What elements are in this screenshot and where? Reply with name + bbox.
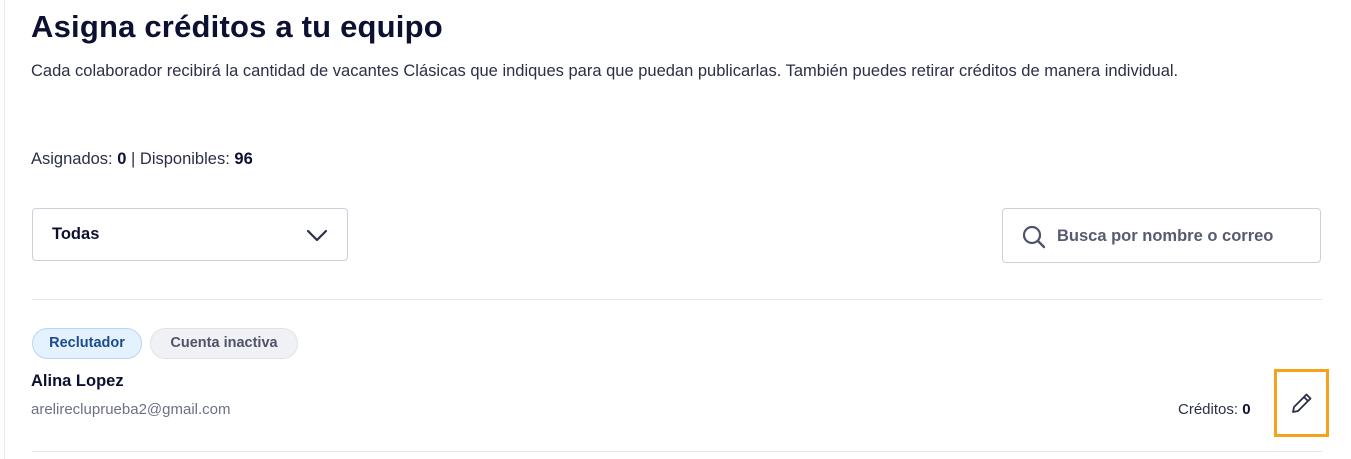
search-input[interactable] (1057, 219, 1312, 253)
role-badge: Reclutador (32, 328, 142, 359)
member-name: Alina Lopez (31, 372, 124, 390)
summary-separator: | (131, 150, 136, 168)
edit-credits-button[interactable] (1274, 369, 1329, 437)
credits-summary: Asignados: 0 | Disponibles: 96 (31, 148, 253, 170)
list-top-divider (32, 299, 1322, 300)
list-item-divider (32, 451, 1322, 452)
search-icon (1022, 225, 1046, 249)
search-box[interactable] (1002, 208, 1321, 263)
chevron-down-icon (306, 229, 328, 242)
left-divider (4, 0, 5, 459)
status-badge: Cuenta inactiva (150, 328, 298, 359)
page-title: Asigna créditos a tu equipo (31, 9, 443, 44)
role-filter-value: Todas (52, 225, 100, 243)
pencil-icon (1292, 393, 1312, 413)
assigned-value: 0 (117, 150, 127, 168)
credits-label: Créditos: (1178, 401, 1239, 418)
member-credits: Créditos: 0 (1178, 401, 1251, 418)
available-label: Disponibles: (139, 150, 230, 168)
member-email: arelirecluprueba2@gmail.com (31, 401, 231, 418)
page-description: Cada colaborador recibirá la cantidad de… (31, 62, 1179, 80)
assigned-label: Asignados: (31, 150, 113, 168)
role-filter-select[interactable]: Todas (32, 208, 348, 261)
credits-value: 0 (1242, 401, 1251, 418)
available-value: 96 (234, 150, 253, 168)
